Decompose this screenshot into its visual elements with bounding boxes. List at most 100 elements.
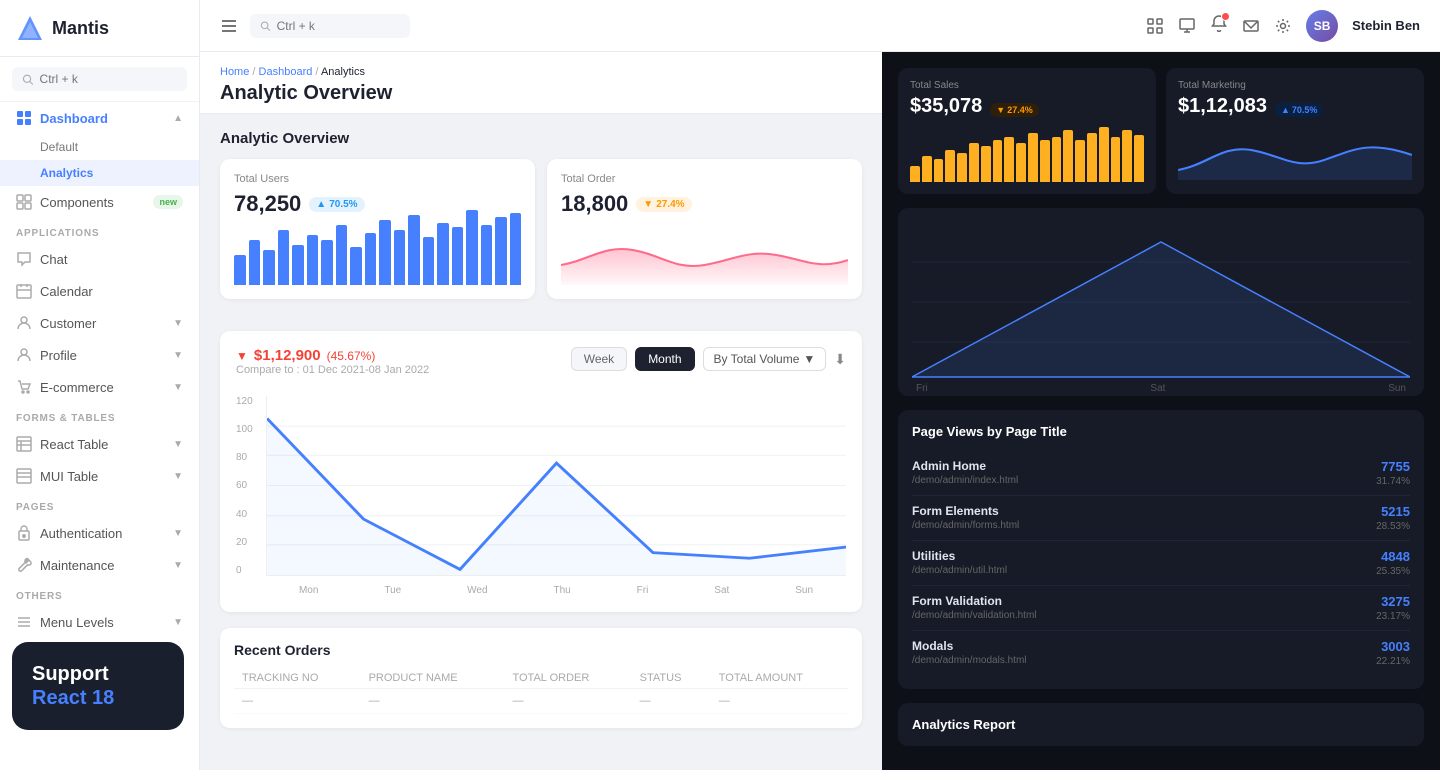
income-card: ▼ $1,12,900 (45.67%) Compare to : 01 Dec… — [220, 331, 862, 612]
react-table-chevron: ▼ — [173, 439, 183, 450]
ecommerce-icon — [16, 379, 32, 395]
stat-value-order: 18,800 — [561, 191, 628, 217]
search-box[interactable] — [12, 67, 187, 91]
pv-name-1: Form Elements — [912, 504, 1019, 518]
auth-icon — [16, 525, 32, 541]
main-area: SB Stebin Ben Home / Dashboard / Analyti… — [200, 0, 1440, 770]
hamburger-icon[interactable] — [220, 17, 238, 35]
avatar[interactable]: SB — [1306, 10, 1338, 42]
download-icon[interactable]: ⬇ — [834, 351, 846, 368]
chart-inner — [266, 396, 846, 576]
btn-volume[interactable]: By Total Volume ▼ — [703, 347, 827, 371]
settings-icon[interactable] — [1274, 17, 1292, 35]
breadcrumb-home[interactable]: Home — [220, 66, 249, 78]
support-line1: Support — [32, 662, 164, 686]
sidebar-item-customer[interactable]: Customer ▼ — [0, 307, 199, 339]
recent-orders-section: Recent Orders TRACKING NO PRODUCT NAME T… — [200, 628, 882, 744]
customer-icon — [16, 315, 32, 331]
income-line-svg — [267, 396, 846, 575]
sidebar: Mantis Dashboard ▲ Default Analytics — [0, 0, 200, 770]
dashboard-icon — [16, 110, 32, 126]
stat-label-users: Total Users — [234, 173, 521, 185]
breadcrumb: Home / Dashboard / Analytics — [220, 66, 862, 78]
stats-row: Total Users 78,250 ▲ 70.5% Total Order — [220, 159, 862, 299]
income-change: (45.67%) — [327, 349, 376, 363]
page-views-list: Admin Home /demo/admin/index.html 7755 3… — [912, 451, 1410, 675]
pv-url-3: /demo/admin/validation.html — [912, 610, 1037, 621]
sidebar-item-react-table[interactable]: React Table ▼ — [0, 428, 199, 460]
list-item: Form Elements /demo/admin/forms.html 521… — [912, 496, 1410, 541]
sidebar-item-profile[interactable]: Profile ▼ — [0, 339, 199, 371]
sidebar-item-dashboard[interactable]: Dashboard ▲ — [0, 102, 199, 134]
recent-orders-card: Recent Orders TRACKING NO PRODUCT NAME T… — [220, 628, 862, 728]
sidebar-item-maintenance[interactable]: Maintenance ▼ — [0, 549, 199, 581]
y-axis: 120 100 80 60 40 20 0 — [236, 396, 261, 576]
support-popup[interactable]: Support React 18 — [12, 642, 184, 730]
mail-icon[interactable] — [1242, 17, 1260, 35]
btn-week[interactable]: Week — [571, 347, 627, 371]
page-title: Analytic Overview — [220, 82, 862, 105]
search-input[interactable] — [40, 72, 177, 86]
sidebar-sub-analytics[interactable]: Analytics — [0, 160, 199, 186]
income-controls: Week Month By Total Volume ▼ ⬇ — [571, 347, 846, 371]
income-amount: $1,12,900 — [254, 347, 321, 364]
col-tracking: TRACKING NO — [234, 668, 361, 689]
pv-pct-4: 22.21% — [1376, 656, 1410, 667]
bell-icon — [1210, 14, 1228, 32]
pv-name-4: Modals — [912, 639, 1027, 653]
app-name: Mantis — [52, 18, 109, 39]
income-compare: Compare to : 01 Dec 2021-08 Jan 2022 — [236, 364, 429, 376]
topbar-search[interactable] — [250, 14, 410, 38]
list-item: Form Validation /demo/admin/validation.h… — [912, 586, 1410, 631]
analytic-overview-section: Analytic Overview Total Users 78,250 ▲ 7… — [200, 114, 882, 331]
components-label: Components — [40, 195, 114, 210]
sidebar-item-mui-table[interactable]: MUI Table ▼ — [0, 460, 199, 492]
sidebar-sub-default[interactable]: Default — [0, 134, 199, 160]
sidebar-item-ecommerce[interactable]: E-commerce ▼ — [0, 371, 199, 403]
dark-stats-row: Total Sales $35,078 ▼ 27.4% Total Market… — [898, 68, 1424, 194]
income-overview-section: ▼ $1,12,900 (45.67%) Compare to : 01 Dec… — [200, 331, 882, 628]
dark-stat-sales: Total Sales $35,078 ▼ 27.4% — [898, 68, 1156, 194]
sidebar-item-chat[interactable]: Chat — [0, 243, 199, 275]
order-chart-svg — [561, 225, 848, 285]
dark-badge-sales: ▼ 27.4% — [990, 103, 1038, 117]
btn-month[interactable]: Month — [635, 347, 694, 371]
menu-levels-label: Menu Levels — [40, 615, 114, 630]
pv-url-1: /demo/admin/forms.html — [912, 520, 1019, 531]
profile-chevron: ▼ — [173, 350, 183, 361]
notification-area[interactable] — [1210, 14, 1228, 37]
mui-table-label: MUI Table — [40, 469, 98, 484]
dashboard-label: Dashboard — [40, 111, 108, 126]
sidebar-item-menu-levels[interactable]: Menu Levels ▼ — [0, 606, 199, 638]
pv-count-2: 4848 — [1376, 549, 1410, 564]
pv-pct-0: 31.74% — [1376, 476, 1410, 487]
maintenance-icon — [16, 557, 32, 573]
dark-income-chart: Fri Sat Sun — [912, 222, 1410, 382]
dark-badge-marketing: ▲ 70.5% — [1275, 103, 1323, 117]
sidebar-item-components[interactable]: Components new — [0, 186, 199, 218]
auth-chevron: ▼ — [173, 528, 183, 539]
order-area-chart — [561, 225, 848, 285]
table-row: — — — — — — [234, 689, 848, 714]
pv-pct-2: 25.35% — [1376, 566, 1410, 577]
mui-table-icon — [16, 468, 32, 484]
dark-label-marketing: Total Marketing — [1178, 80, 1412, 91]
dashboard-chevron: ▲ — [173, 113, 183, 124]
breadcrumb-dashboard[interactable]: Dashboard — [259, 66, 313, 78]
pv-pct-3: 23.17% — [1376, 611, 1410, 622]
analytics-report-title: Analytics Report — [912, 717, 1410, 732]
users-bar-chart — [234, 225, 521, 285]
mui-table-chevron: ▼ — [173, 471, 183, 482]
calendar-label: Calendar — [40, 284, 93, 299]
topbar-search-input[interactable] — [277, 19, 400, 33]
col-amount: TOTAL AMOUNT — [711, 668, 848, 689]
sidebar-item-authentication[interactable]: Authentication ▼ — [0, 517, 199, 549]
col-total-order: TOTAL ORDER — [504, 668, 631, 689]
monitor-icon[interactable] — [1178, 17, 1196, 35]
avatar-initials: SB — [1314, 19, 1331, 33]
pv-url-0: /demo/admin/index.html — [912, 475, 1018, 486]
dark-value-marketing: $1,12,083 — [1178, 95, 1267, 118]
grid-icon[interactable] — [1146, 17, 1164, 35]
page-header: Home / Dashboard / Analytics Analytic Ov… — [200, 52, 882, 114]
sidebar-item-calendar[interactable]: Calendar — [0, 275, 199, 307]
